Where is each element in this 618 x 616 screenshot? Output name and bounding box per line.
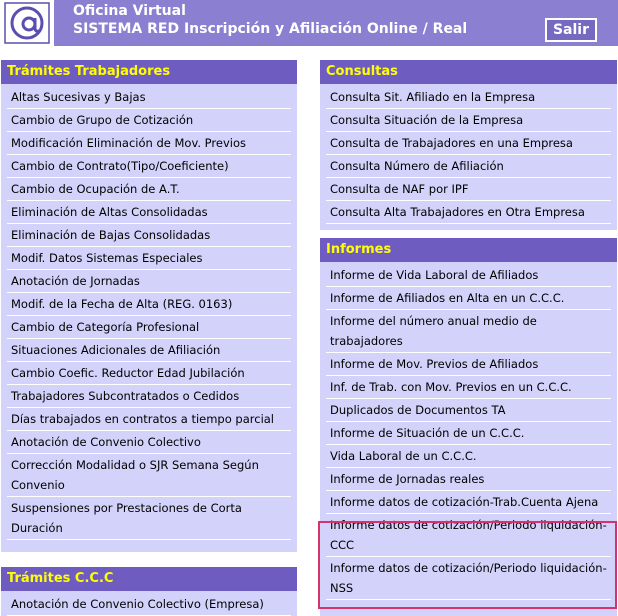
menu-item[interactable]: Cambio de Grupo de Cotización [7,109,291,132]
menu-item[interactable]: Informe de Situación de un C.C.C. [326,422,611,445]
menu-item[interactable]: Anotación de Jornadas [7,270,291,293]
menu-item[interactable]: Cambio Coefic. Reductor Edad Jubilación [7,362,291,385]
menu-item[interactable]: Informe de Afiliados en Alta en un C.C.C… [326,287,611,310]
logo [0,0,54,46]
menu-item[interactable]: Días trabajados en contratos a tiempo pa… [7,408,291,431]
menu-item[interactable]: Anotación de Convenio Colectivo [7,431,291,454]
menu-item[interactable]: Consulta de Trabajadores en una Empresa [326,132,611,155]
menu-item[interactable]: Modificación Eliminación de Mov. Previos [7,132,291,155]
menu-item[interactable]: Cambio de Ocupación de A.T. [7,178,291,201]
menu-item[interactable]: Informe datos de cotización/Periodo liqu… [326,514,611,557]
menu-item[interactable]: Eliminación de Altas Consolidadas [7,201,291,224]
tramites-trabajadores-panel: Trámites Trabajadores Altas Sucesivas y … [1,60,297,552]
menu-item[interactable]: Consulta de NAF por IPF [326,178,611,201]
tramites-ccc-panel: Trámites C.C.C Anotación de Convenio Col… [1,567,297,616]
informes-panel: Informes Informe de Vida Laboral de Afil… [320,238,617,616]
menu-item[interactable]: Consulta Sit. Afiliado en la Empresa [326,86,611,109]
menu-item[interactable]: Consulta Número de Afiliación [326,155,611,178]
app-subtitle: SISTEMA RED Inscripción y Afiliación Onl… [73,21,468,37]
consultas-list: Consulta Sit. Afiliado en la Empresa Con… [320,84,617,224]
menu-item[interactable]: Anotación de Convenio Colectivo (Empresa… [7,593,291,616]
menu-item[interactable]: Consulta Alta Trabajadores en Otra Empre… [326,201,611,224]
menu-item[interactable]: Consulta Situación de la Empresa [326,109,611,132]
menu-item[interactable]: Trabajadores Subcontratados o Cedidos [7,385,291,408]
menu-item[interactable]: Suspensiones por Prestaciones de Corta D… [7,497,291,540]
menu-item[interactable]: Informe datos de cotización-Trab.Cuenta … [326,491,611,514]
menu-item[interactable]: Vida Laboral de un C.C.C. [326,445,611,468]
app-title: Oficina Virtual [73,3,186,19]
menu-item[interactable]: Modif. Datos Sistemas Especiales [7,247,291,270]
panel-title: Trámites C.C.C [1,567,297,591]
at-sign-logo-icon [4,2,50,44]
panel-title: Consultas [320,60,617,84]
panel-title: Informes [320,238,617,262]
informes-list: Informe de Vida Laboral de Afiliados Inf… [320,262,617,600]
menu-item[interactable]: Situaciones Adicionales de Afiliación [7,339,291,362]
menu-item[interactable]: Informe datos de cotización/Periodo liqu… [326,557,611,600]
menu-item[interactable]: Eliminación de Bajas Consolidadas [7,224,291,247]
menu-item[interactable]: Informe de Jornadas reales [326,468,611,491]
app-header: Oficina Virtual SISTEMA RED Inscripción … [0,0,618,46]
menu-item[interactable]: Informe del número anual medio de trabaj… [326,310,611,353]
menu-item[interactable]: Duplicados de Documentos TA [326,399,611,422]
menu-item[interactable]: Inf. de Trab. con Mov. Previos en un C.C… [326,376,611,399]
menu-item[interactable]: Cambio de Categoría Profesional [7,316,291,339]
menu-item[interactable]: Informe de Vida Laboral de Afiliados [326,264,611,287]
menu-item[interactable]: Informe de Mov. Previos de Afiliados [326,353,611,376]
menu-item[interactable]: Altas Sucesivas y Bajas [7,86,291,109]
consultas-panel: Consultas Consulta Sit. Afiliado en la E… [320,60,617,230]
logout-button[interactable]: Salir [545,18,597,42]
menu-item[interactable]: Modif. de la Fecha de Alta (REG. 0163) [7,293,291,316]
tramites-ccc-list: Anotación de Convenio Colectivo (Empresa… [1,591,297,616]
panel-title: Trámites Trabajadores [1,60,297,84]
menu-item[interactable]: Cambio de Contrato(Tipo/Coeficiente) [7,155,291,178]
tramites-trabajadores-list: Altas Sucesivas y Bajas Cambio de Grupo … [1,84,297,540]
menu-item[interactable]: Corrección Modalidad o SJR Semana Según … [7,454,291,497]
